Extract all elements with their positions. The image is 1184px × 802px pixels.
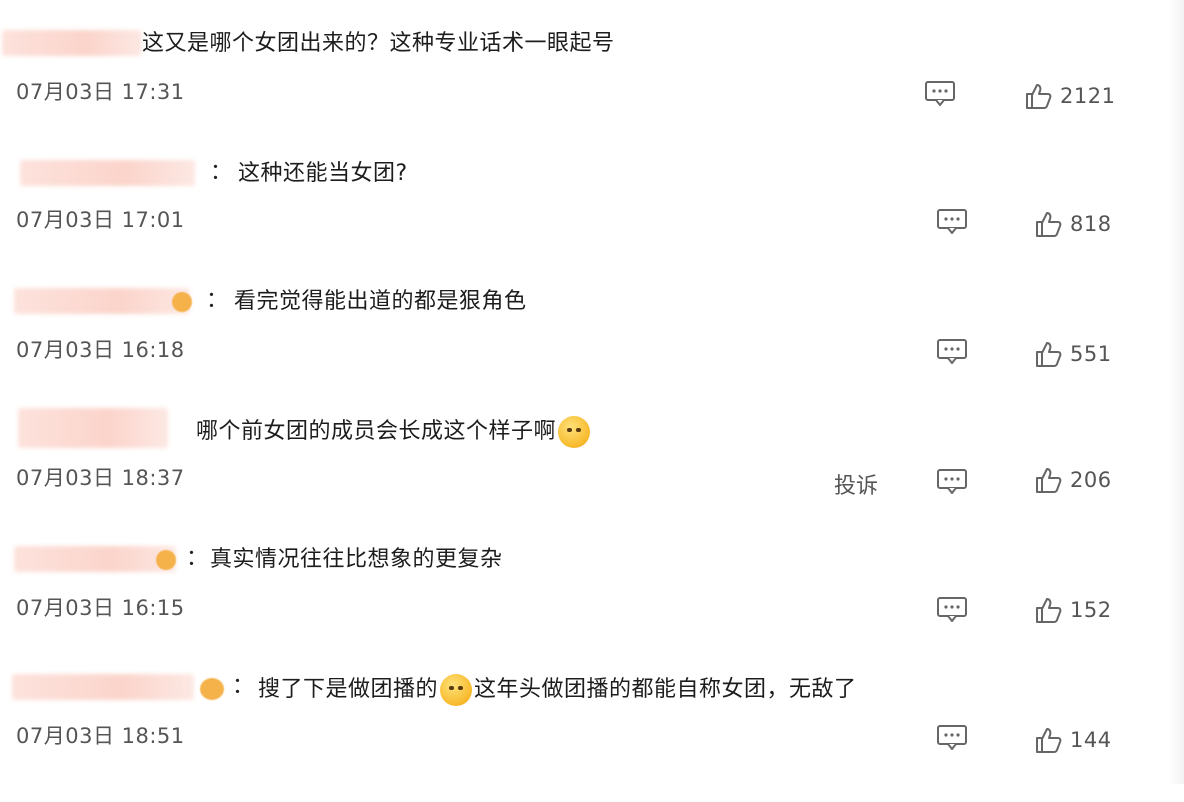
timestamp: 07月03日 17:01 [16,208,185,232]
comment-text: 搜了下是做团播的 这年头做团播的都能自称女团，无敌了 [258,674,857,706]
username-blurred[interactable] [20,160,195,186]
like-count: 206 [1070,468,1112,492]
thumbs-up-icon [1026,84,1052,109]
comment-item: 这又是哪个女团出来的？这种专业话术一眼起号 07月03日 17:31 2121 [0,30,1168,158]
user-badge-icon [200,678,224,700]
reply-icon[interactable] [924,80,956,107]
like-count: 152 [1070,598,1112,622]
thumbs-up-icon [1036,468,1062,493]
thumbs-up-icon [1036,728,1062,753]
timestamp: 07月03日 17:31 [16,80,185,104]
like-count: 818 [1070,212,1112,236]
username-blurred[interactable] [12,674,194,700]
emoji-face-icon [558,416,591,448]
timestamp: 07月03日 18:37 [16,466,185,490]
thumbs-up-icon [1036,342,1062,367]
username-blurred[interactable] [18,408,168,448]
comment-text: 哪个前女团的成员会长成这个样子啊 [196,416,592,448]
reply-icon[interactable] [936,468,968,495]
comment-text: 这又是哪个女团出来的？这种专业话术一眼起号 [142,31,615,56]
like-button[interactable]: 2121 [1024,82,1115,110]
comment-text: 这种还能当女团? [238,161,408,186]
comment-item: 哪个前女团的成员会长成这个样子啊 07月03日 18:37 投诉 206 [0,408,1168,540]
reply-icon[interactable] [936,724,968,751]
timestamp: 07月03日 18:51 [16,724,185,748]
comment-item: ： 这种还能当女团? 07月03日 17:01 818 [0,160,1168,288]
username-blurred[interactable] [2,30,142,56]
reply-icon[interactable] [936,208,968,235]
thumbs-up-icon [1036,598,1062,623]
reply-icon[interactable] [936,596,968,623]
comment-item: ： 搜了下是做团播的 这年头做团播的都能自称女团，无敌了 07月03日 18:51… [0,674,1168,802]
comment-item: ： 看完觉得能出道的都是狠角色 07月03日 16:18 551 [0,288,1168,416]
user-badge-icon [156,550,176,570]
user-badge-icon [172,292,192,312]
like-button[interactable]: 152 [1034,596,1112,624]
like-button[interactable]: 206 [1034,466,1112,494]
like-count: 2121 [1060,84,1116,108]
colon: ： [206,288,229,313]
report-link[interactable]: 投诉 [834,468,878,500]
username-blurred[interactable] [14,288,190,314]
colon: ： [186,546,209,571]
comment-text: 真实情况往往比想象的更复杂 [210,547,503,572]
colon: ： [232,674,255,699]
timestamp: 07月03日 16:18 [16,338,185,362]
comment-text: 看完觉得能出道的都是狠角色 [234,289,527,314]
like-button[interactable]: 551 [1034,340,1112,368]
colon: ： [210,160,233,185]
scrollbar-edge [1168,0,1184,784]
like-button[interactable]: 144 [1034,726,1112,754]
comment-item: ： 真实情况往往比想象的更复杂 07月03日 16:15 152 [0,546,1168,674]
reply-icon[interactable] [936,338,968,365]
timestamp: 07月03日 16:15 [16,596,185,620]
thumbs-up-icon [1036,212,1062,237]
username-blurred[interactable] [14,546,176,572]
emoji-face-icon [440,674,473,706]
like-button[interactable]: 818 [1034,210,1112,238]
like-count: 144 [1070,728,1112,752]
like-count: 551 [1070,342,1112,366]
